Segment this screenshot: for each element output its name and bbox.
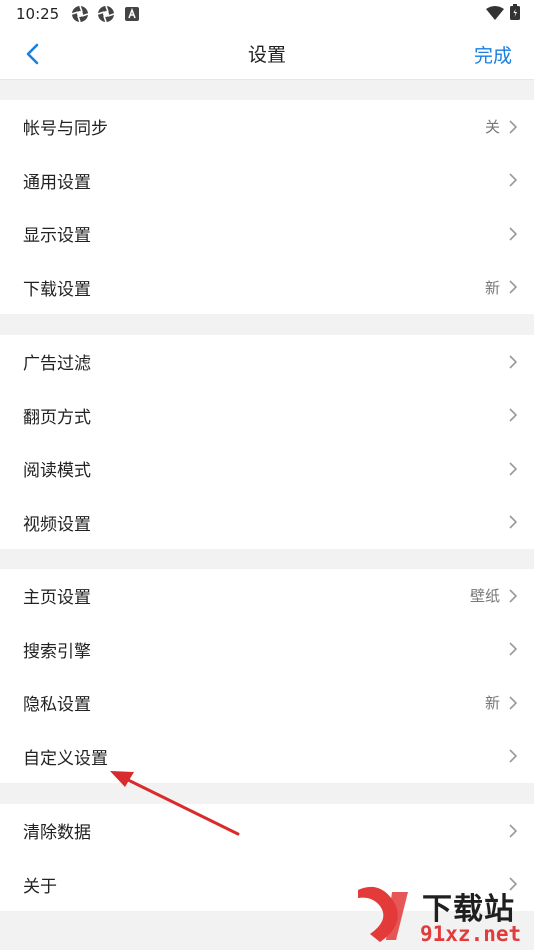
- watermark-logo: 下载站 91xz.net: [350, 884, 530, 948]
- chevron-right-icon: [508, 354, 518, 370]
- chevron-right-icon: [508, 172, 518, 188]
- settings-item-download[interactable]: 下载设置 新: [0, 261, 534, 315]
- settings-item-value: 新: [484, 694, 500, 713]
- chevron-right-icon: [508, 514, 518, 530]
- settings-item-general[interactable]: 通用设置: [0, 154, 534, 208]
- nav-bar: 设置 完成: [0, 28, 534, 80]
- chevron-right-icon: [508, 226, 518, 242]
- chevron-right-icon: [508, 588, 518, 604]
- settings-item-value: 新: [484, 278, 500, 297]
- back-button[interactable]: [18, 40, 46, 68]
- app-notification-icon: [123, 5, 141, 23]
- chevron-right-icon: [508, 407, 518, 423]
- status-right: [486, 4, 520, 24]
- chevron-right-icon: [508, 641, 518, 657]
- aperture-icon: [71, 5, 89, 23]
- status-time: 10:25: [16, 5, 60, 23]
- settings-section-personal: 主页设置 壁纸 搜索引擎 隐私设置 新 自定义设置: [0, 569, 534, 783]
- settings-item-label: 主页设置: [23, 588, 91, 609]
- settings-item-label: 清除数据: [23, 823, 91, 844]
- settings-item-clear-data[interactable]: 清除数据: [0, 804, 534, 858]
- chevron-right-icon: [508, 119, 518, 135]
- settings-item-label: 显示设置: [23, 226, 91, 247]
- aperture-icon: [97, 5, 115, 23]
- chevron-left-icon: [26, 43, 39, 65]
- settings-item-custom[interactable]: 自定义设置: [0, 730, 534, 784]
- settings-item-label: 搜索引擎: [23, 641, 91, 662]
- chevron-right-icon: [508, 279, 518, 295]
- settings-item-homepage[interactable]: 主页设置 壁纸: [0, 569, 534, 623]
- chevron-right-icon: [508, 823, 518, 839]
- settings-item-ad-filter[interactable]: 广告过滤: [0, 335, 534, 389]
- settings-item-label: 自定义设置: [23, 748, 108, 769]
- battery-icon: [510, 4, 520, 24]
- settings-item-search-engine[interactable]: 搜索引擎: [0, 623, 534, 677]
- settings-item-account-sync[interactable]: 帐号与同步 关: [0, 100, 534, 154]
- settings-item-label: 通用设置: [23, 172, 91, 193]
- settings-item-video[interactable]: 视频设置: [0, 496, 534, 550]
- watermark-emblem-icon: [358, 886, 408, 942]
- watermark-text-bottom: 91xz.net: [420, 922, 522, 946]
- settings-item-value: 关: [484, 118, 500, 137]
- done-button[interactable]: 完成: [474, 41, 512, 68]
- status-bar: 10:25: [0, 0, 534, 28]
- settings-section-browsing: 广告过滤 翻页方式 阅读模式 视频设置: [0, 335, 534, 549]
- settings-item-display[interactable]: 显示设置: [0, 207, 534, 261]
- settings-item-privacy[interactable]: 隐私设置 新: [0, 676, 534, 730]
- settings-item-label: 广告过滤: [23, 354, 91, 375]
- settings-item-label: 帐号与同步: [23, 119, 108, 140]
- chevron-right-icon: [508, 748, 518, 764]
- chevron-right-icon: [508, 461, 518, 477]
- settings-item-label: 翻页方式: [23, 407, 91, 428]
- settings-item-page-turn[interactable]: 翻页方式: [0, 389, 534, 443]
- page-title: 设置: [247, 44, 286, 66]
- settings-item-label: 隐私设置: [23, 695, 91, 716]
- settings-section-account: 帐号与同步 关 通用设置 显示设置 下载设置 新: [0, 100, 534, 314]
- settings-item-label: 下载设置: [23, 279, 91, 300]
- settings-item-reading-mode[interactable]: 阅读模式: [0, 442, 534, 496]
- settings-item-label: 阅读模式: [23, 461, 91, 482]
- chevron-right-icon: [508, 695, 518, 711]
- wifi-icon: [486, 5, 504, 24]
- settings-item-label: 关于: [23, 876, 57, 897]
- settings-item-label: 视频设置: [23, 514, 91, 535]
- settings-item-value: 壁纸: [469, 587, 500, 606]
